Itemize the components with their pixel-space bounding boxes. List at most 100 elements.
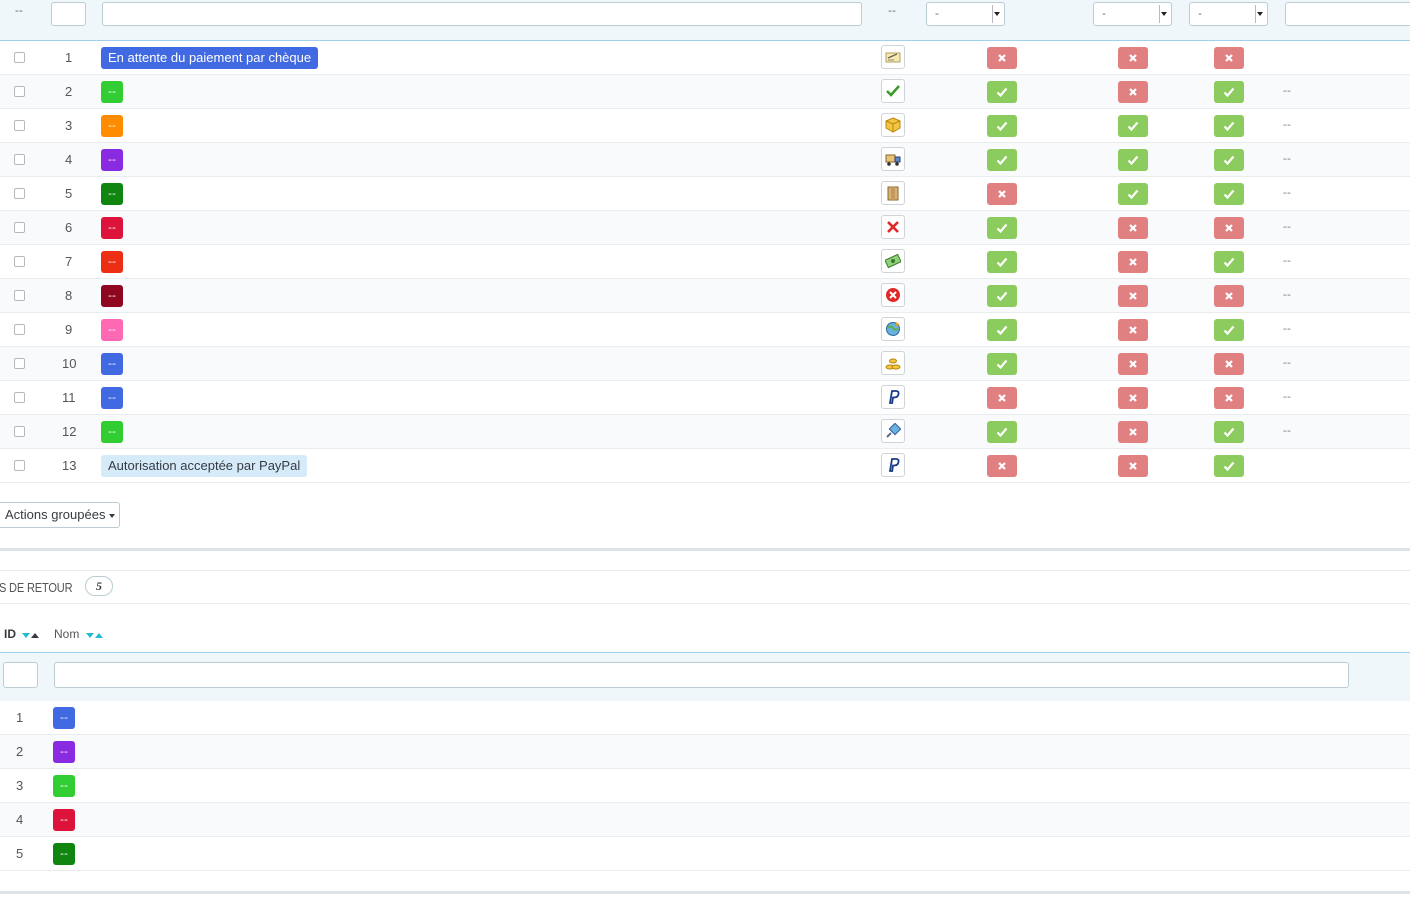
name-filter-input[interactable] xyxy=(102,2,862,26)
delivery-toggle[interactable] xyxy=(1118,251,1148,273)
row-select-checkbox[interactable] xyxy=(14,460,25,471)
delivery-toggle[interactable] xyxy=(1118,149,1148,171)
invoice-toggle[interactable] xyxy=(1214,251,1244,273)
delivery-toggle[interactable] xyxy=(1118,285,1148,307)
template-value: -- xyxy=(1283,152,1291,165)
invoice-toggle[interactable] xyxy=(1214,149,1244,171)
row-select-checkbox[interactable] xyxy=(14,52,25,63)
invoice-toggle[interactable] xyxy=(1214,183,1244,205)
panel-title: ATS DE RETOUR xyxy=(0,580,73,595)
table-row: 10 -- -- xyxy=(0,347,1410,381)
send-email-toggle[interactable] xyxy=(987,217,1017,239)
delivery-toggle[interactable] xyxy=(1118,319,1148,341)
send-email-toggle[interactable] xyxy=(987,183,1017,205)
color-swatch: -- xyxy=(101,115,123,137)
delivery-toggle[interactable] xyxy=(1118,47,1148,69)
row-select-checkbox[interactable] xyxy=(14,86,25,97)
row-id: 2 xyxy=(65,84,73,99)
table-row: 5 -- -- xyxy=(0,177,1410,211)
chevron-down-icon xyxy=(992,5,1002,23)
sort-desc-icon[interactable] xyxy=(22,633,31,639)
row-select-checkbox[interactable] xyxy=(14,120,25,131)
color-swatch: -- xyxy=(101,251,123,273)
return-id-filter-input[interactable] xyxy=(3,662,38,688)
invoice-toggle[interactable] xyxy=(1214,81,1244,103)
bulk-actions-button[interactable]: Actions groupées xyxy=(0,502,120,528)
send-email-toggle[interactable] xyxy=(987,353,1017,375)
send-email-toggle[interactable] xyxy=(987,115,1017,137)
status-icon-box xyxy=(881,215,905,239)
send-email-toggle[interactable] xyxy=(987,81,1017,103)
send-email-toggle[interactable] xyxy=(987,455,1017,477)
delivery-toggle[interactable] xyxy=(1118,183,1148,205)
delivery-toggle[interactable] xyxy=(1118,217,1148,239)
sort-arrows xyxy=(85,628,103,642)
column-header-name[interactable]: Nom xyxy=(54,627,103,642)
invoice-toggle[interactable] xyxy=(1214,285,1244,307)
row-id: 10 xyxy=(62,356,77,371)
row-select-checkbox[interactable] xyxy=(14,188,25,199)
send-email-toggle[interactable] xyxy=(987,149,1017,171)
chevron-down-icon xyxy=(1159,5,1169,23)
send-email-toggle[interactable] xyxy=(987,47,1017,69)
count-badge: 5 xyxy=(85,576,113,596)
panel-divider xyxy=(0,548,1410,551)
delivery-filter-select[interactable]: - xyxy=(1093,2,1172,26)
template-value: -- xyxy=(1283,118,1291,131)
template-value: -- xyxy=(1283,356,1291,369)
invoice-toggle[interactable] xyxy=(1214,387,1244,409)
status-icon-box xyxy=(881,419,905,443)
return-states-filter-row xyxy=(0,652,1410,702)
return-name-filter-input[interactable] xyxy=(54,662,1349,688)
send-email-filter-select[interactable]: - xyxy=(926,2,1005,26)
row-select-checkbox[interactable] xyxy=(14,426,25,437)
bulk-actions-label: Actions groupées xyxy=(5,507,106,522)
send-email-toggle[interactable] xyxy=(987,387,1017,409)
template-value: -- xyxy=(1283,390,1291,403)
invoice-toggle[interactable] xyxy=(1214,455,1244,477)
send-email-toggle[interactable] xyxy=(987,421,1017,443)
delivery-filter-value: - xyxy=(1102,7,1106,20)
send-email-toggle[interactable] xyxy=(987,251,1017,273)
send-email-toggle[interactable] xyxy=(987,319,1017,341)
invoice-toggle[interactable] xyxy=(1214,217,1244,239)
status-badge: En attente du paiement par chèque xyxy=(101,47,319,69)
id-filter-input[interactable] xyxy=(51,2,86,26)
row-select-checkbox[interactable] xyxy=(14,324,25,335)
delivery-toggle[interactable] xyxy=(1118,81,1148,103)
row-id: 3 xyxy=(16,778,24,793)
row-select-checkbox[interactable] xyxy=(14,154,25,165)
send-email-toggle[interactable] xyxy=(987,285,1017,307)
row-id: 5 xyxy=(16,846,24,861)
row-select-checkbox[interactable] xyxy=(14,392,25,403)
row-id: 5 xyxy=(65,186,73,201)
icon-filter-placeholder: -- xyxy=(888,4,896,17)
invoice-toggle[interactable] xyxy=(1214,421,1244,443)
delivery-toggle[interactable] xyxy=(1118,115,1148,137)
row-select-checkbox[interactable] xyxy=(14,222,25,233)
invoice-toggle[interactable] xyxy=(1214,319,1244,341)
row-id: 13 xyxy=(62,458,77,473)
sort-asc-icon[interactable] xyxy=(31,633,40,639)
delivery-toggle[interactable] xyxy=(1118,421,1148,443)
invoice-toggle[interactable] xyxy=(1214,353,1244,375)
row-id: 1 xyxy=(65,50,73,65)
row-select-checkbox[interactable] xyxy=(14,290,25,301)
delivery-toggle[interactable] xyxy=(1118,353,1148,375)
column-header-id[interactable]: ID xyxy=(4,627,40,642)
template-filter-input[interactable] xyxy=(1285,2,1410,26)
delivery-toggle[interactable] xyxy=(1118,455,1148,477)
sort-desc-icon[interactable] xyxy=(85,633,94,639)
status-icon-box xyxy=(881,113,905,137)
color-swatch: -- xyxy=(101,149,123,171)
status-icon-box xyxy=(881,385,905,409)
sort-asc-icon[interactable] xyxy=(94,633,103,639)
delivery-toggle[interactable] xyxy=(1118,387,1148,409)
invoice-toggle[interactable] xyxy=(1214,47,1244,69)
row-select-checkbox[interactable] xyxy=(14,256,25,267)
invoice-toggle[interactable] xyxy=(1214,115,1244,137)
row-select-checkbox[interactable] xyxy=(14,358,25,369)
row-id: 2 xyxy=(16,744,24,759)
invoice-filter-select[interactable]: - xyxy=(1189,2,1268,26)
row-id: 8 xyxy=(65,288,73,303)
